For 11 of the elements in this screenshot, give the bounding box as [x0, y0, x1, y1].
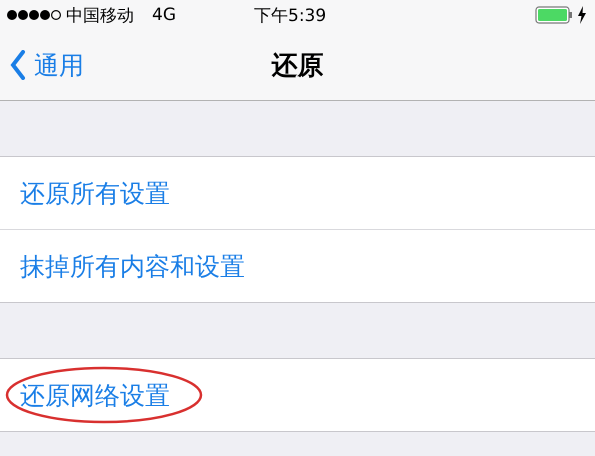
settings-item[interactable]: 还原所有设置 — [20, 176, 170, 210]
chevron-icon — [10, 50, 26, 80]
settings-item[interactable]: 抹掉所有内容和设置 — [20, 250, 245, 282]
battery-icon — [535, 6, 573, 24]
network-type: 4G — [152, 5, 176, 25]
clock: 下午5:39 — [254, 4, 326, 26]
back-button[interactable]: 通用 — [10, 48, 84, 82]
page-title: 还原 — [272, 50, 324, 82]
carrier: 中国移动 — [66, 4, 134, 26]
charging-icon — [577, 6, 587, 24]
signal-icon — [6, 9, 62, 21]
